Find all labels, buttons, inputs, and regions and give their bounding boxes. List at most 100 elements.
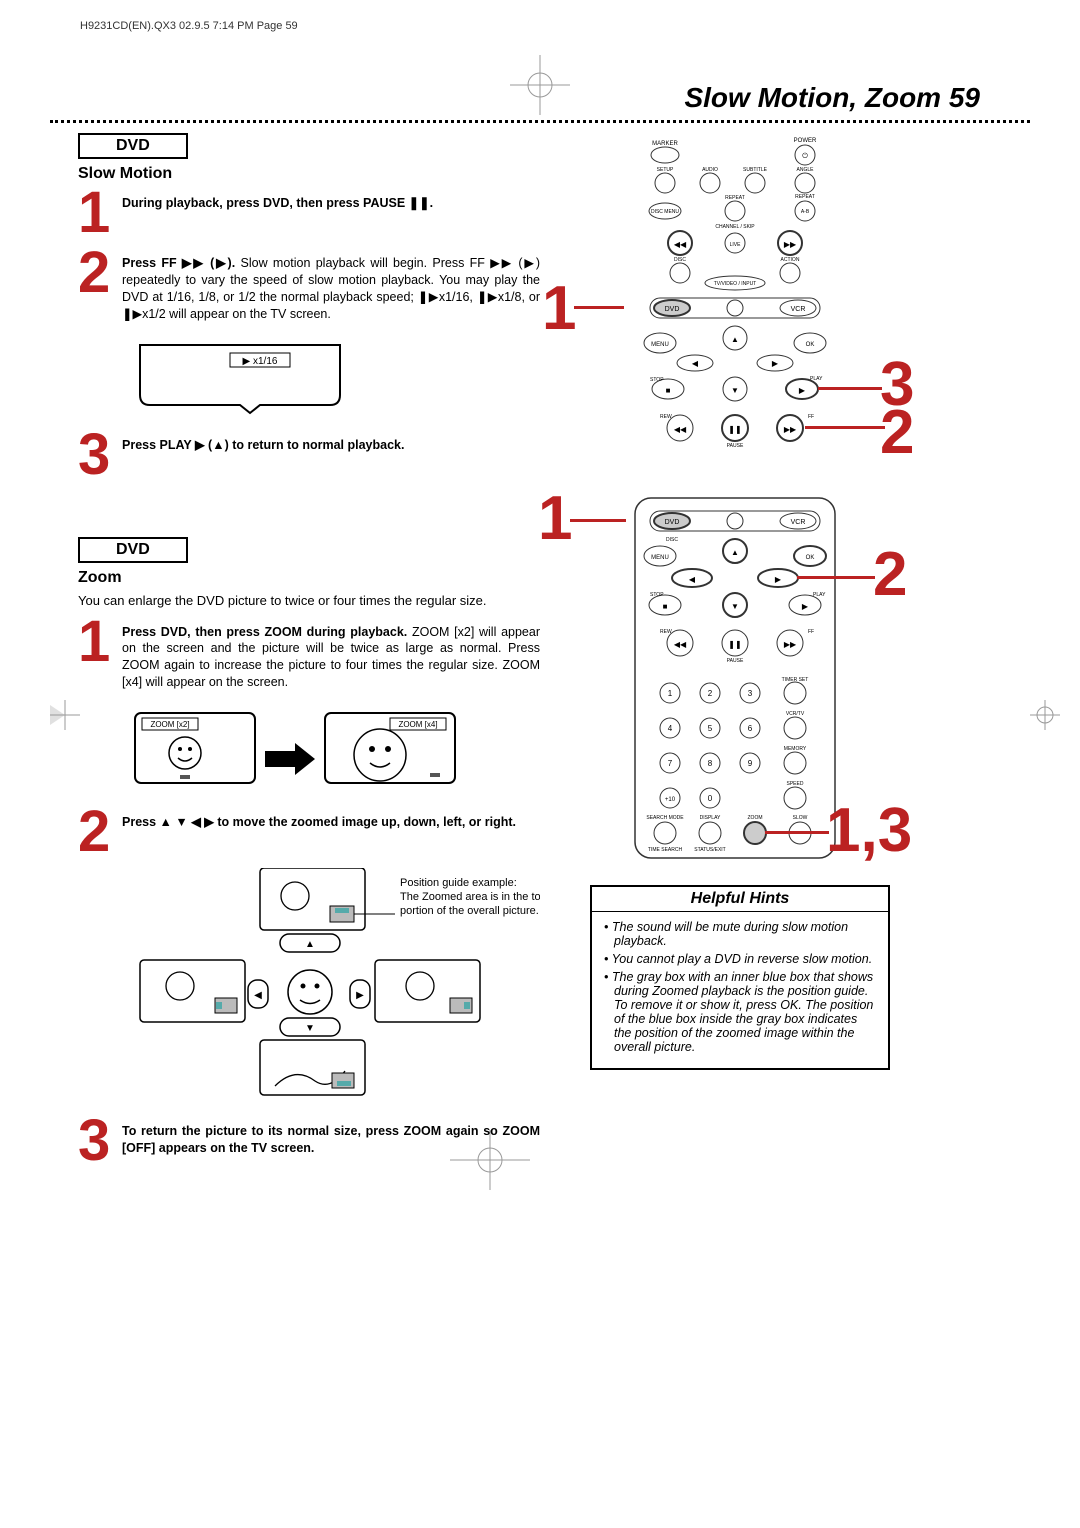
svg-text:PLAY: PLAY: [810, 376, 823, 382]
register-mark-icon: [510, 55, 570, 115]
section-title-slow: Slow Motion: [78, 165, 540, 183]
svg-text:PAUSE: PAUSE: [727, 658, 744, 664]
step-number: 3: [78, 1117, 122, 1165]
svg-text:REPEAT: REPEAT: [725, 195, 745, 201]
svg-text:SLOW: SLOW: [793, 815, 808, 821]
step-text: Press ▲ ▼ ◀ ▶ to move the zoomed image u…: [122, 808, 516, 831]
svg-text:▲: ▲: [731, 335, 739, 344]
svg-text:3: 3: [748, 689, 753, 698]
svg-text:REW: REW: [660, 414, 672, 420]
svg-text:CHANNEL / SKIP: CHANNEL / SKIP: [715, 224, 755, 230]
step-text: Press DVD, then press ZOOM during playba…: [122, 618, 540, 692]
svg-text:⏻: ⏻: [802, 152, 808, 160]
svg-text:SEARCH MODE: SEARCH MODE: [646, 815, 684, 821]
svg-text:OK: OK: [806, 342, 815, 348]
svg-text:5: 5: [708, 724, 713, 733]
svg-text:◀: ◀: [254, 990, 262, 1001]
svg-text:+10: +10: [665, 797, 676, 803]
svg-text:TIMER SET: TIMER SET: [782, 677, 809, 683]
svg-text:7: 7: [668, 759, 673, 768]
dotted-rule: [50, 120, 1030, 123]
svg-text:ANGLE: ANGLE: [797, 167, 815, 173]
step-text: During playback, press DVD, then press P…: [122, 189, 433, 212]
hint-item: The gray box with an inner blue box that…: [604, 970, 876, 1054]
svg-text:TIME SEARCH: TIME SEARCH: [648, 847, 683, 853]
hint-item: You cannot play a DVD in reverse slow mo…: [604, 952, 876, 966]
svg-text:▶: ▶: [775, 575, 782, 584]
svg-text:◀◀: ◀◀: [674, 425, 687, 434]
position-guide-illustration: ▲ ◀ ▶: [120, 868, 540, 1103]
zoom-intro: You can enlarge the DVD picture to twice…: [78, 593, 540, 608]
svg-text:4: 4: [668, 724, 673, 733]
remote-callout: 1,3: [826, 795, 912, 866]
svg-text:REW: REW: [660, 629, 672, 635]
svg-text:DISC: DISC: [674, 257, 686, 263]
tv-caption: ▶ x1/16: [243, 356, 278, 367]
svg-text:▲: ▲: [305, 939, 315, 950]
svg-text:▶▶: ▶▶: [784, 240, 797, 249]
svg-text:DISPLAY: DISPLAY: [700, 815, 721, 821]
header-stamp: H9231CD(EN).QX3 02.9.5 7:14 PM Page 59: [50, 20, 1030, 32]
svg-text:◀: ◀: [689, 575, 696, 584]
svg-text:MEMORY: MEMORY: [784, 746, 807, 752]
dvd-badge-slow: DVD: [78, 133, 188, 159]
svg-text:▼: ▼: [731, 602, 739, 611]
remote-callout: 2: [880, 397, 914, 468]
svg-text:AUDIO: AUDIO: [702, 167, 718, 173]
svg-text:9: 9: [748, 759, 753, 768]
crop-mark-icon: [50, 700, 80, 730]
svg-text:DISC MENU: DISC MENU: [651, 209, 679, 215]
svg-text:◀◀: ◀◀: [674, 240, 687, 249]
dvd-badge-zoom: DVD: [78, 537, 188, 563]
svg-text:STOP: STOP: [650, 377, 664, 383]
remote-callout: 1: [542, 273, 576, 344]
step-number: 1: [78, 618, 122, 666]
svg-text:OK: OK: [806, 555, 815, 561]
svg-text:ZOOM [x4]: ZOOM [x4]: [398, 720, 437, 729]
svg-text:▶▶: ▶▶: [784, 640, 797, 649]
svg-text:2: 2: [708, 689, 713, 698]
svg-text:◀: ◀: [692, 359, 699, 368]
remote-top: MARKER ⏻POWER SETUP AUDIO SUBTITLE ANGLE…: [580, 133, 1030, 463]
svg-text:STATUS/EXIT: STATUS/EXIT: [694, 847, 725, 853]
remote-callout: 1: [538, 483, 572, 554]
svg-text:◀◀: ◀◀: [674, 640, 687, 649]
svg-text:❚❚: ❚❚: [728, 425, 741, 434]
svg-text:VCR/TV: VCR/TV: [786, 711, 805, 717]
hint-item: The sound will be mute during slow motio…: [604, 920, 876, 948]
svg-text:SUBTITLE: SUBTITLE: [743, 167, 768, 173]
step-number: 2: [78, 808, 122, 856]
svg-text:ZOOM: ZOOM: [748, 815, 763, 821]
svg-text:DVD: DVD: [665, 306, 680, 313]
svg-text:MARKER: MARKER: [652, 141, 678, 147]
svg-text:SETUP: SETUP: [657, 167, 674, 173]
svg-text:ACTION: ACTION: [781, 257, 800, 263]
svg-text:A-B: A-B: [801, 209, 810, 215]
svg-text:▼: ▼: [731, 386, 739, 395]
helpful-hints-box: Helpful Hints The sound will be mute dur…: [590, 885, 890, 1070]
svg-text:▶: ▶: [356, 990, 364, 1001]
crop-mark-icon: [1030, 700, 1060, 730]
tv-illustration: ▶ x1/16: [130, 335, 540, 415]
svg-text:LIVE: LIVE: [730, 242, 742, 248]
remote-callout: 2: [873, 539, 907, 610]
zoom-illustration: ZOOM [x2] ZOOM [x4]: [130, 703, 540, 798]
svg-text:FF: FF: [808, 414, 814, 420]
svg-text:REPEAT: REPEAT: [795, 194, 815, 200]
step-number: 1: [78, 189, 122, 237]
svg-text:▶: ▶: [799, 386, 806, 395]
section-title-zoom: Zoom: [78, 569, 540, 587]
svg-text:1: 1: [668, 689, 673, 698]
svg-text:■: ■: [666, 386, 671, 395]
svg-text:portion of the overall picture: portion of the overall picture.: [400, 905, 539, 917]
svg-text:STOP: STOP: [650, 592, 664, 598]
svg-text:PAUSE: PAUSE: [727, 443, 744, 449]
svg-text:FF: FF: [808, 629, 814, 635]
remote-bottom: DVD VCR DISC MENU OK ▲ ◀ ▶ ▼ ■STOP ▶PLAY…: [580, 493, 1030, 863]
svg-text:▼: ▼: [305, 1023, 315, 1034]
svg-text:▶▶: ▶▶: [784, 425, 797, 434]
svg-text:❚❚: ❚❚: [728, 640, 741, 649]
svg-text:0: 0: [708, 794, 713, 803]
hints-title: Helpful Hints: [592, 887, 888, 912]
svg-text:MENU: MENU: [651, 342, 669, 348]
